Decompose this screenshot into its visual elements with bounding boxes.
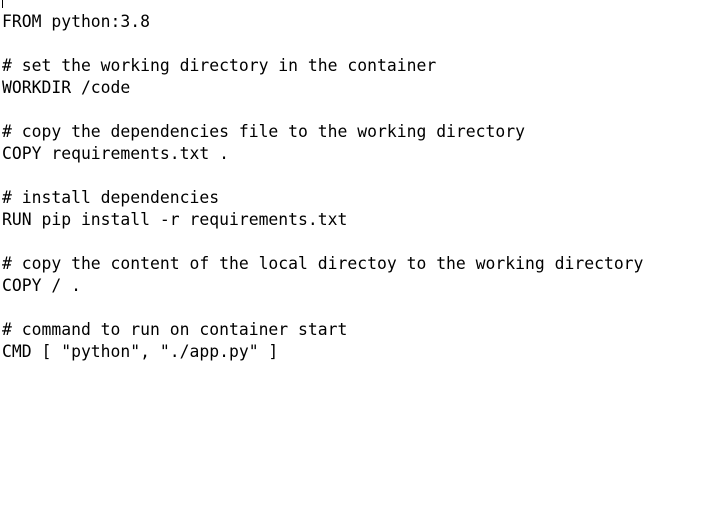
code-line[interactable]: [2, 165, 724, 187]
text-cursor: [2, 0, 3, 8]
code-line[interactable]: [2, 99, 724, 121]
code-line[interactable]: COPY requirements.txt .: [2, 143, 724, 165]
code-line[interactable]: [2, 231, 724, 253]
code-line[interactable]: COPY / .: [2, 275, 724, 297]
code-line[interactable]: CMD [ "python", "./app.py" ]: [2, 341, 724, 363]
text-editor-area[interactable]: FROM python:3.8 # set the working direct…: [0, 0, 724, 519]
code-line[interactable]: [2, 297, 724, 319]
code-line[interactable]: # set the working directory in the conta…: [2, 55, 724, 77]
code-line[interactable]: # install dependencies: [2, 187, 724, 209]
code-line[interactable]: # command to run on container start: [2, 319, 724, 341]
code-line[interactable]: # copy the dependencies file to the work…: [2, 121, 724, 143]
code-line[interactable]: WORKDIR /code: [2, 77, 724, 99]
code-line[interactable]: [2, 33, 724, 55]
code-line[interactable]: RUN pip install -r requirements.txt: [2, 209, 724, 231]
code-line[interactable]: FROM python:3.8: [2, 11, 724, 33]
code-line[interactable]: # copy the content of the local directoy…: [2, 253, 724, 275]
